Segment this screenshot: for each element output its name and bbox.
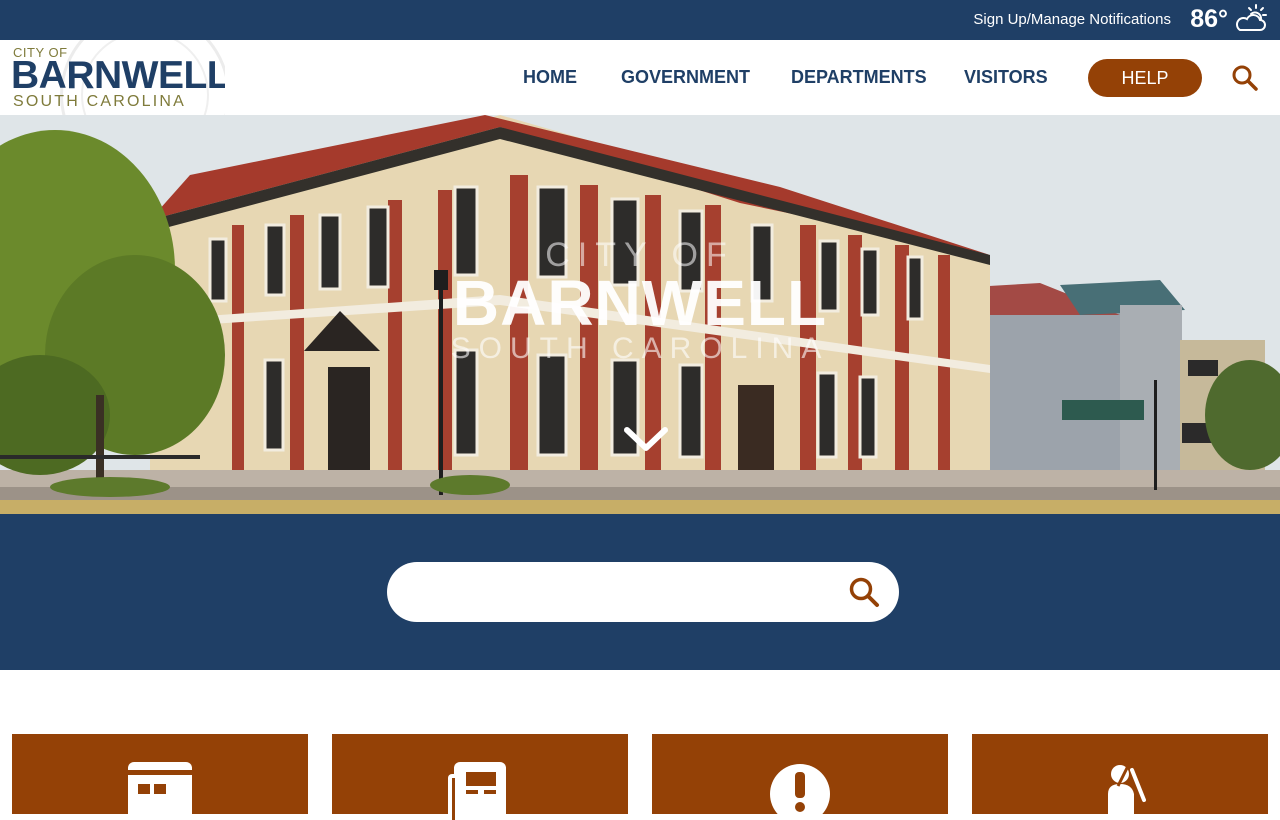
nav-government[interactable]: GOVERNMENT xyxy=(621,67,750,88)
hero-banner: CITY OF BARNWELL SOUTH CAROLINA xyxy=(0,115,1280,500)
newspaper-icon xyxy=(448,762,506,820)
notifications-link[interactable]: Sign Up/Manage Notifications xyxy=(973,11,1171,28)
quick-link-calendar[interactable] xyxy=(12,734,308,820)
search-icon[interactable] xyxy=(1231,64,1259,92)
gold-divider xyxy=(0,500,1280,514)
quick-link-news[interactable] xyxy=(332,734,628,820)
site-search-section xyxy=(0,514,1280,670)
nav-home[interactable]: HOME xyxy=(523,67,577,88)
quick-link-public-works[interactable] xyxy=(972,734,1268,820)
site-search-box xyxy=(387,562,899,622)
chevron-down-icon[interactable] xyxy=(623,424,669,454)
search-icon[interactable] xyxy=(848,576,880,608)
site-header: CITY OF BARNWELL SOUTH CAROLINA HOME GOV… xyxy=(0,40,1280,115)
temperature: 86° xyxy=(1190,5,1228,33)
top-bar: Sign Up/Manage Notifications 86° xyxy=(0,0,1280,40)
search-input[interactable] xyxy=(415,572,835,612)
main-nav: HOME GOVERNMENT DEPARTMENTS VISITORS HEL… xyxy=(0,40,1280,115)
alert-icon xyxy=(770,764,830,820)
hero-city-name: BARNWELL xyxy=(452,267,828,339)
nav-visitors[interactable]: VISITORS xyxy=(964,67,1048,88)
partly-cloudy-icon[interactable] xyxy=(1232,3,1268,35)
worker-shovel-icon xyxy=(1108,761,1146,820)
hero-state: SOUTH CAROLINA xyxy=(450,332,830,365)
quick-link-alerts[interactable] xyxy=(652,734,948,820)
nav-departments[interactable]: DEPARTMENTS xyxy=(791,67,927,88)
help-button[interactable]: HELP xyxy=(1088,59,1202,97)
calendar-icon xyxy=(128,762,192,820)
